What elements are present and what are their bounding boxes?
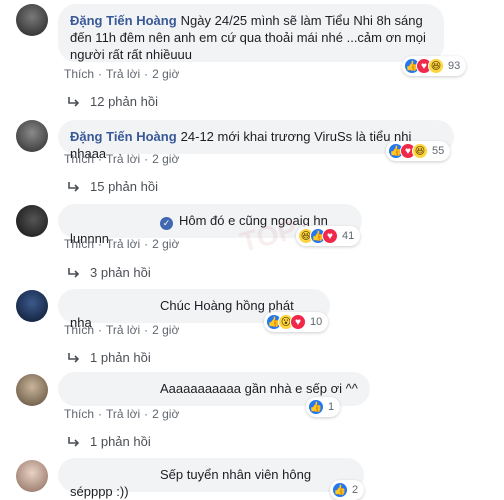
view-replies-link[interactable]: 1 phản hồi [68,350,151,365]
like-reaction-icon: 👍 [332,482,348,498]
avatar[interactable] [16,290,48,322]
reply-count: 1 phản hồi [90,434,151,449]
reply-count: 3 phản hồi [90,265,151,280]
reply-link[interactable]: Trả lời [106,67,140,81]
avatar[interactable] [16,374,48,406]
reply-link[interactable]: Trả lời [106,407,140,421]
love-reaction-icon: ♥ [322,228,338,244]
reply-arrow-icon [68,96,80,107]
comment-time[interactable]: 2 giờ [152,152,179,166]
comment-actions: Thích · Trả lời · 2 giờ [64,323,180,337]
like-link[interactable]: Thích [64,67,94,81]
reaction-summary[interactable]: 👍 ♥ 😆 55 [386,141,451,161]
comment-bubble: Sếp tuyển nhân viên hông sépppp :)) [58,458,364,499]
avatar[interactable] [16,205,48,237]
view-replies-link[interactable]: 15 phản hồi [68,179,158,194]
like-reaction-icon: 👍 [308,399,324,415]
reaction-count: 1 [328,401,335,413]
like-link[interactable]: Thích [64,323,94,337]
reply-count: 12 phản hồi [90,94,158,109]
view-replies-link[interactable]: 12 phản hồi [68,94,158,109]
comment-actions: Thích · Trả lời · 2 giờ [64,407,180,421]
haha-reaction-icon: 😆 [412,143,428,159]
view-replies-link[interactable]: 1 phản hồi [68,434,151,449]
like-link[interactable]: Thích [64,407,94,421]
reaction-summary[interactable]: 👍 ♥ 😆 93 [402,56,467,76]
reaction-count: 10 [310,316,323,328]
comment-bubble: Đặng Tiến Hoàng Ngày 24/25 mình sẽ làm Ti… [58,4,444,62]
comment-actions: Thích · Trả lời · 2 giờ [64,152,180,166]
reaction-summary[interactable]: 👍 😮 ♥ 10 [264,312,329,332]
reaction-count: 93 [448,60,461,72]
haha-reaction-icon: 😆 [428,58,444,74]
reaction-count: 2 [352,484,359,496]
reply-count: 1 phản hồi [90,350,151,365]
comment-author[interactable]: Đặng Tiến Hoàng [70,13,177,28]
avatar[interactable] [16,460,48,492]
reply-link[interactable]: Trả lời [106,237,140,251]
comment-actions: Thích · Trả lời · 2 giờ [64,67,180,81]
reply-arrow-icon [68,267,80,278]
avatar[interactable] [16,120,48,152]
comment-time[interactable]: 2 giờ [152,323,179,337]
comment-author[interactable]: Đặng Tiến Hoàng [70,129,177,144]
reply-link[interactable]: Trả lời [106,152,140,166]
avatar[interactable] [16,4,48,36]
reaction-summary[interactable]: 👍 1 [306,397,341,417]
reaction-summary[interactable]: 👍 2 [330,480,365,500]
reaction-count: 55 [432,145,445,157]
verified-icon: ✓ [160,217,173,230]
reply-link[interactable]: Trả lời [106,323,140,337]
reply-arrow-icon [68,352,80,363]
comment-time[interactable]: 2 giờ [152,237,179,251]
reaction-count: 41 [342,230,355,242]
reaction-summary[interactable]: 😆 👍 ♥ 41 [296,226,361,246]
comment-text: Sếp tuyển nhân viên hông sépppp :)) [70,467,312,499]
like-link[interactable]: Thích [64,152,94,166]
comment-time[interactable]: 2 giờ [152,67,179,81]
reply-count: 15 phản hồi [90,179,158,194]
like-link[interactable]: Thích [64,237,94,251]
reply-arrow-icon [68,436,80,447]
reply-arrow-icon [68,181,80,192]
view-replies-link[interactable]: 3 phản hồi [68,265,151,280]
comment-actions: Thích · Trả lời · 2 giờ [64,237,180,251]
comment-text: Aaaaaaaaaaa gần nhà e sếp ơi ^^ [160,381,358,396]
comment-time[interactable]: 2 giờ [152,407,179,421]
love-reaction-icon: ♥ [290,314,306,330]
